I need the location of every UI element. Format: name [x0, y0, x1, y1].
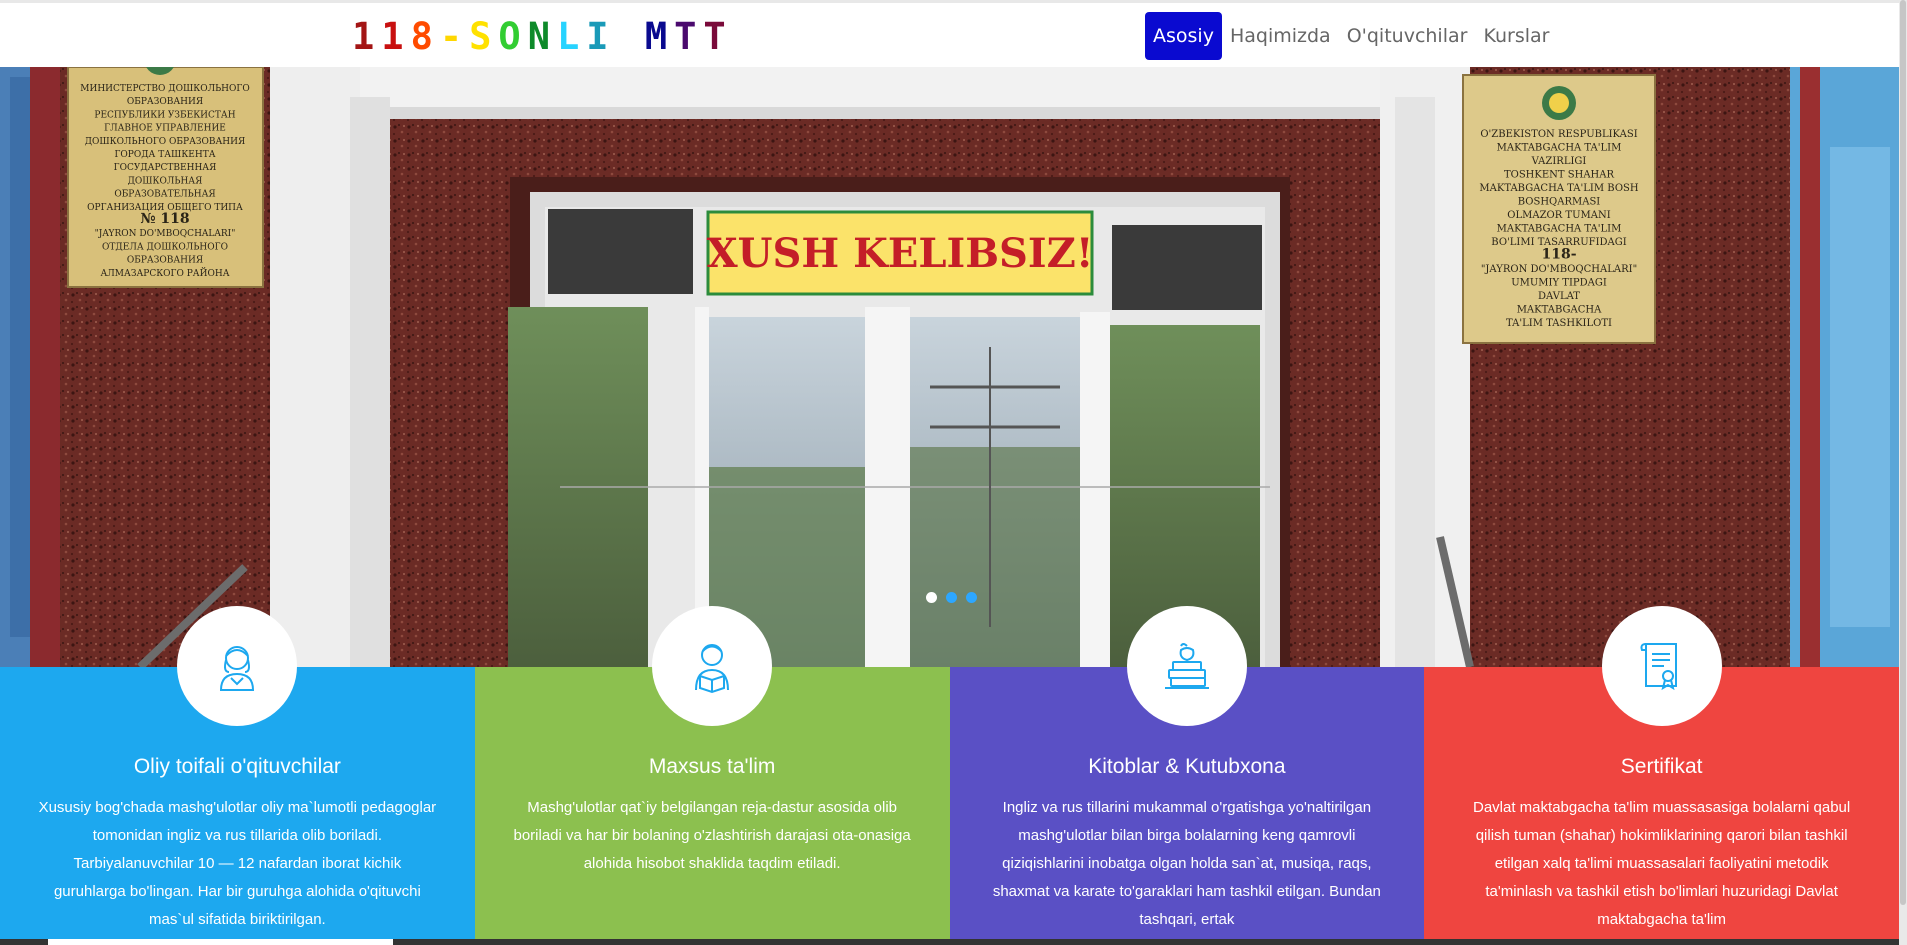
plaque-line: O'ZBEKISTON RESPUBLIKASI: [1480, 129, 1637, 140]
feature-panel-teachers: Oliy toifali o'qituvchilar Xususiy bog'c…: [0, 606, 475, 945]
plaque-line: TA'LIM TASHKILOTI: [1506, 318, 1612, 329]
plaque-line: ОБРАЗОВАНИЯ: [127, 97, 203, 107]
plaque-line: ДОШКОЛЬНАЯ: [128, 176, 203, 186]
plaque-line: ДОШКОЛЬНОГО ОБРАЗОВАНИЯ: [85, 137, 246, 147]
plaque-line: АЛМАЗАРСКОГО РАЙОНА: [100, 267, 229, 279]
books-apple-icon: [1164, 643, 1209, 689]
plaque-line: ОБРАЗОВАНИЯ: [127, 256, 203, 266]
hero-photo: XUSH KELIBSIZ! МИНИСТЕРСТВО ДОШКОЛЬНОГО О…: [0, 67, 1907, 667]
page-scrollbar[interactable]: [1899, 0, 1907, 945]
plaque-line: МИНИСТЕРСТВО ДОШКОЛЬНОГО: [80, 84, 249, 94]
feature-icon-circle: [1126, 606, 1247, 726]
plaque-line: ГЛАВНОЕ УПРАВЛЕНИЕ: [104, 124, 226, 134]
nav-item-haqimizda[interactable]: Haqimizda: [1230, 12, 1331, 60]
feature-text: Xususiy bog'chada mashg'ulotlar oliy ma`…: [38, 799, 437, 928]
feature-text: Ingliz va rus tillarini mukammal o'rgati…: [992, 799, 1381, 928]
brand-letter: L: [556, 15, 587, 58]
plaque-line: 118-: [1541, 247, 1576, 263]
feature-title: Oliy toifali o'qituvchilar: [133, 755, 341, 778]
plaque-line: MAKTABGACHA: [1517, 305, 1602, 316]
feature-panel-certificate: Sertifikat Davlat maktabgacha ta'lim mua…: [1424, 606, 1899, 945]
plaque-line: ОБРАЗОВАТЕЛЬНАЯ: [114, 190, 215, 200]
brand-letter: S: [469, 15, 499, 58]
certificate-icon: [1640, 643, 1677, 691]
feature-icon-circle: [652, 606, 773, 726]
carousel-indicator-1[interactable]: [926, 592, 937, 603]
carousel-indicator-3[interactable]: [966, 592, 977, 603]
plaque-line: BOSHQARMASI: [1518, 197, 1601, 208]
plaque-line: MAKTABGACHA TA'LIM BOSH: [1479, 183, 1638, 194]
feature-title: Maxsus ta'lim: [648, 755, 776, 778]
bottom-scroll-segment: [48, 939, 393, 945]
plaque-line: VAZIRLIGI: [1531, 156, 1587, 167]
carousel-indicators: [926, 592, 977, 603]
nav-item-oqituvchilar[interactable]: O'qituvchilar: [1347, 12, 1468, 60]
bottom-scroll-track: [0, 939, 1907, 945]
brand-logo[interactable]: 118-SONLI MTT: [352, 15, 733, 58]
plaque-line: MAKTABGACHA TA'LIM: [1497, 143, 1622, 154]
brand-letter: I: [586, 15, 616, 58]
plaque-line: РЕСПУБЛИКИ УЗБЕКИСТАН: [94, 110, 235, 120]
nav-item-asosiy[interactable]: Asosiy: [1145, 12, 1222, 60]
brand-letter: O: [498, 15, 528, 58]
feature-panel-special-education: Maxsus ta'lim Mashg'ulotlar qat`iy belgi…: [474, 606, 950, 945]
brand-letter: M: [644, 15, 675, 58]
brand-letter: 8: [410, 15, 440, 58]
plaque-line: № 118: [140, 211, 189, 227]
plaque-line: TOSHKENT SHAHAR: [1504, 170, 1615, 181]
brand-letter: T: [674, 15, 704, 58]
student-reading-icon: [695, 644, 730, 694]
plaque-line: OLMAZOR TUMANI: [1507, 210, 1610, 221]
carousel-indicator-2[interactable]: [946, 592, 957, 603]
plaque-line: "JAYRON DO'MBOQCHALARI": [95, 229, 236, 239]
plaque-line: ОТДЕЛА ДОШКОЛЬНОГО: [102, 242, 228, 252]
plaque-line: "JAYRON DO'MBOQCHALARI": [1481, 264, 1637, 275]
plaque-line: ГОРОДА ТАШКЕНТА: [114, 150, 215, 160]
nav-item-kurslar[interactable]: Kurslar: [1483, 12, 1549, 60]
feature-text: Davlat maktabgacha ta'lim muassasasiga b…: [1473, 799, 1851, 928]
brand-letter: 1: [352, 15, 382, 58]
brand-letter: -: [439, 15, 470, 58]
plaque-line: DAVLAT: [1538, 291, 1580, 302]
main-nav: Asosiy Haqimizda O'qituvchilar Kurslar: [1145, 11, 1565, 61]
plaque-line: MAKTABGACHA TA'LIM: [1497, 224, 1622, 235]
brand-letter: T: [703, 15, 733, 58]
feature-panel-library: Kitoblar & Kutubxona Ingliz va rus tilla…: [949, 606, 1425, 945]
scrollbar-thumb[interactable]: [1900, 0, 1906, 905]
brand-letter: 1: [381, 15, 411, 58]
welcome-banner: XUSH KELIBSIZ!: [707, 230, 1094, 277]
plaque-line: UMUMIY TIPDAGI: [1511, 278, 1607, 289]
feature-icon-circle: [177, 606, 298, 726]
features-section: Oliy toifali o'qituvchilar Xususiy bog'c…: [0, 606, 1899, 945]
teacher-icon: [220, 646, 255, 691]
brand-letter: [616, 15, 645, 58]
brand-letter: N: [527, 15, 557, 58]
plaque-line: ГОСУДАРСТВЕННАЯ: [114, 163, 217, 173]
hero-carousel: XUSH KELIBSIZ! МИНИСТЕРСТВО ДОШКОЛЬНОГО О…: [0, 67, 1907, 667]
feature-title: Sertifikat: [1620, 755, 1703, 778]
feature-text: Mashg'ulotlar qat`iy belgilangan reja-da…: [513, 799, 911, 872]
feature-title: Kitoblar & Kutubxona: [1088, 755, 1286, 778]
feature-icon-circle: [1601, 606, 1722, 726]
navbar: 118-SONLI MTT Asosiy Haqimizda O'qituvch…: [0, 0, 1907, 67]
